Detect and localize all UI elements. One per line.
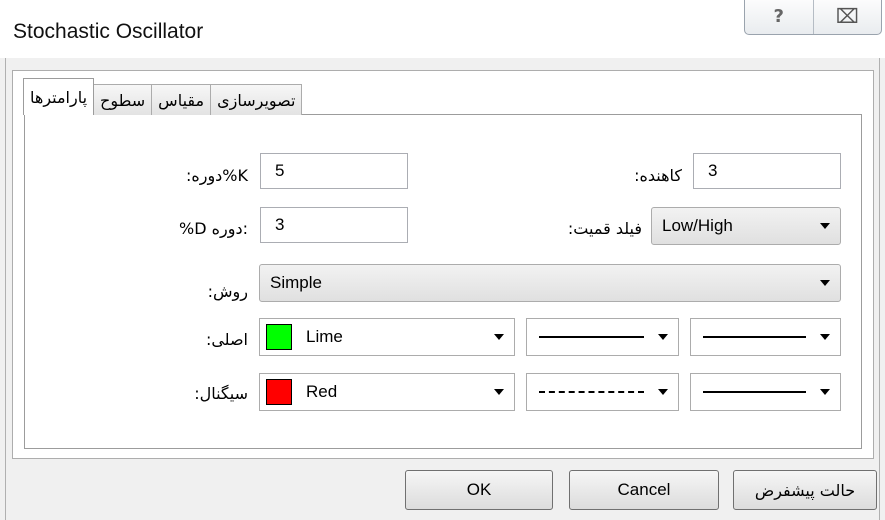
chevron-down-icon — [658, 334, 668, 340]
chevron-down-icon — [820, 334, 830, 340]
d-period-input[interactable]: 3 — [260, 207, 408, 243]
signal-style-select[interactable] — [526, 373, 679, 411]
signal-line-label: :سیگنال — [194, 384, 248, 403]
price-field-select[interactable]: Low/High — [651, 207, 841, 245]
d-period-label: %D دوره: — [179, 219, 248, 238]
solid-line-icon — [703, 391, 806, 393]
tab-scale[interactable]: مقیاس — [151, 84, 212, 115]
ok-button[interactable]: OK — [405, 470, 553, 510]
price-field-label: :فیلد قمیت — [567, 219, 642, 238]
window-frame-left — [5, 58, 6, 520]
help-button[interactable]: ? — [745, 0, 813, 34]
signal-color-swatch — [266, 379, 292, 405]
slowing-label: :کاهنده — [634, 166, 682, 185]
close-icon: ⌧ — [835, 4, 859, 28]
chevron-down-icon — [658, 389, 668, 395]
k-period-input[interactable]: 5 — [260, 153, 408, 189]
main-color-name: Lime — [306, 327, 343, 346]
method-select[interactable]: Simple — [259, 264, 841, 302]
window-frame-right — [879, 58, 880, 520]
chevron-down-icon — [820, 223, 830, 229]
chevron-down-icon — [820, 389, 830, 395]
method-label: :روش — [207, 282, 248, 301]
chevron-down-icon — [494, 389, 504, 395]
window-title: Stochastic Oscillator — [13, 20, 204, 43]
main-color-select[interactable]: Lime — [259, 318, 515, 356]
price-field-value: Low/High — [662, 216, 733, 235]
chevron-down-icon — [494, 334, 504, 340]
method-value: Simple — [270, 273, 322, 292]
k-period-label: :دوره%K — [185, 166, 248, 185]
tab-parameters[interactable]: پارامترها — [23, 78, 95, 115]
main-color-swatch — [266, 324, 292, 350]
main-style-select[interactable] — [526, 318, 679, 356]
slowing-input[interactable]: 3 — [693, 153, 841, 189]
window-buttons: ? ⌧ — [744, 0, 882, 35]
signal-color-select[interactable]: Red — [259, 373, 515, 411]
reset-defaults-button[interactable]: حالت پیشفرض — [733, 470, 877, 510]
tab-strip: پارامترها سطوح مقیاس تصویرسازی — [23, 78, 303, 115]
main-width-select[interactable] — [690, 318, 841, 356]
title-bar: Stochastic Oscillator ? ⌧ — [0, 0, 885, 58]
signal-width-select[interactable] — [690, 373, 841, 411]
signal-color-name: Red — [306, 382, 338, 401]
solid-line-icon — [703, 336, 806, 338]
cancel-button[interactable]: Cancel — [569, 470, 719, 510]
solid-line-icon — [539, 336, 644, 338]
tab-visualization[interactable]: تصویرسازی — [210, 84, 303, 115]
close-button[interactable]: ⌧ — [812, 0, 882, 34]
tab-levels[interactable]: سطوح — [93, 84, 153, 115]
main-line-label: :اصلی — [205, 330, 248, 349]
dashed-line-icon — [539, 391, 644, 393]
help-icon: ? — [773, 5, 784, 27]
chevron-down-icon — [820, 280, 830, 286]
